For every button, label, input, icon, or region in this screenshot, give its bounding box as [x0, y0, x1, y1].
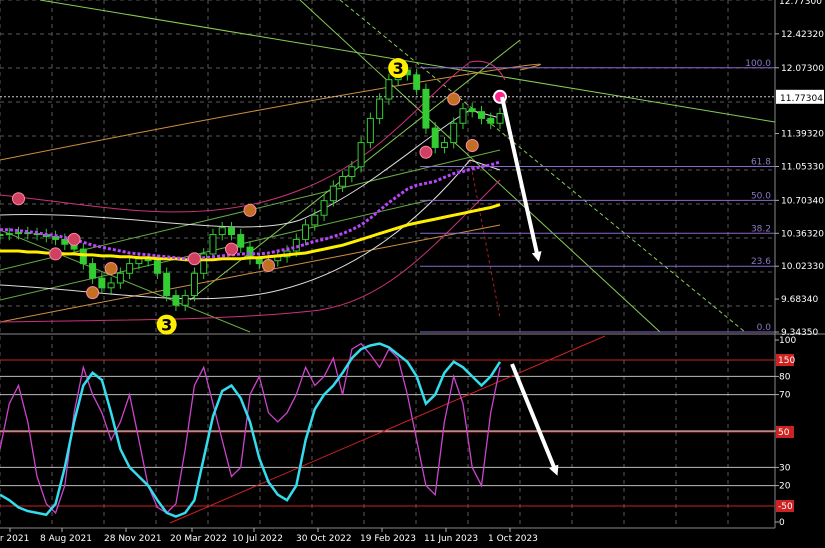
price-tick-label: 12.42320 [781, 30, 824, 40]
oscillator-boxed-label: 50 [778, 428, 790, 438]
candle-body [15, 232, 23, 235]
candle-body [357, 142, 365, 168]
candle-body [302, 224, 310, 240]
candle-body [209, 234, 217, 255]
swing-marker [447, 92, 461, 106]
time-axis: Apr 2021 8 Aug 2021 28 Nov 2021 20 Mar 2022… [0, 528, 538, 544]
fib-label: 23.6 [751, 257, 771, 267]
swing-marker [187, 252, 201, 266]
price-tick-label: 12.07300 [781, 64, 824, 74]
time-tick-label: 28 Nov 2021 [104, 534, 162, 544]
candle-body [385, 79, 393, 100]
candle-body [116, 272, 124, 284]
candle-body [311, 214, 319, 226]
swing-marker [67, 232, 81, 246]
swing-marker [419, 145, 433, 159]
fib-label: 61.8 [751, 157, 771, 167]
candle-body [153, 260, 161, 274]
price-tick-label: 10.36320 [781, 229, 824, 239]
candle-body [450, 122, 458, 144]
candle-body [98, 277, 106, 289]
candle-body [339, 175, 347, 187]
swing-marker [12, 192, 26, 206]
candle-body [172, 295, 180, 306]
swing-marker [243, 203, 257, 217]
candle-body [237, 234, 245, 248]
price-tick-label: 12.77300 [779, 0, 822, 7]
price-axis: 12.77300 12.42320 12.07300 11.39320 11.05330… [775, 0, 824, 338]
candle-body [190, 272, 198, 297]
fib-label: 0.0 [757, 323, 772, 333]
swing-marker [104, 261, 118, 275]
chart-svg: 100.0 61.8 50.0 38.2 23.6 0.0 3 3 12.77300 12.4… [0, 0, 825, 544]
oscillator-boxed-label: 150 [778, 356, 795, 366]
candle-body [422, 88, 430, 129]
swing-marker [465, 139, 479, 153]
candle-body [468, 108, 476, 113]
oscillator-tick-label: 100 [779, 336, 796, 346]
candle-body [218, 227, 226, 236]
candle-body [496, 113, 504, 124]
candle-body [376, 98, 384, 119]
candle-body [107, 282, 115, 289]
price-tick-label: 11.05330 [781, 162, 824, 172]
candle-body [348, 166, 356, 177]
time-tick-label: 1 Oct 2023 [488, 534, 538, 544]
candle-body [181, 295, 189, 306]
current-price-label: 11.77304 [780, 94, 823, 104]
swing-marker [224, 242, 238, 256]
oscillator-axis: 1008070503020015050-50 [775, 336, 796, 528]
wave-label: 3 [393, 59, 404, 78]
swing-marker [86, 286, 100, 300]
candle-body [329, 185, 337, 202]
fib-label: 50.0 [751, 191, 771, 201]
candle-body [135, 258, 143, 265]
candle-body [431, 127, 439, 148]
time-tick-label: 30 Oct 2022 [296, 534, 352, 544]
oscillator-boxed-label: -50 [778, 502, 793, 512]
oscillator-tick-label: 80 [779, 372, 791, 382]
candle-body [227, 227, 235, 236]
time-tick-label: 20 Mar 2022 [170, 534, 227, 544]
candle-body [163, 272, 171, 297]
candle-body [477, 111, 485, 119]
swing-marker [49, 247, 63, 261]
time-tick-label: 11 Jun 2023 [424, 534, 478, 544]
candle-body [0, 234, 4, 237]
price-tick-label: 10.70340 [781, 196, 824, 206]
candle-body [89, 263, 97, 279]
candle-body [366, 117, 374, 144]
oscillator-tick-label: 70 [779, 391, 791, 401]
oscillator-tick-label: 20 [779, 482, 791, 492]
fib-label: 38.2 [751, 224, 771, 234]
candle-body [255, 258, 263, 265]
price-tick-label: 10.02330 [781, 262, 824, 272]
oscillator-tick-label: 30 [779, 463, 791, 473]
price-tick-label: 9.68340 [781, 295, 818, 305]
candle-body [5, 233, 13, 236]
candle-body [320, 200, 328, 216]
candle-body [126, 263, 134, 274]
candle-body [487, 117, 495, 124]
candle-body [413, 74, 421, 90]
wave-label: 3 [161, 316, 172, 335]
time-tick-label: Apr 2021 [0, 534, 29, 544]
candle-body [440, 142, 448, 148]
time-tick-label: 10 Jul 2022 [232, 534, 283, 544]
time-tick-label: 19 Feb 2023 [360, 534, 416, 544]
time-tick-label: 8 Aug 2021 [40, 534, 92, 544]
price-tick-label: 11.39320 [781, 130, 824, 140]
candle-body [61, 238, 69, 245]
swing-marker [262, 259, 276, 273]
candle-body [459, 108, 467, 124]
oscillator-tick-label: 0 [779, 518, 785, 528]
fib-label: 100.0 [745, 59, 771, 69]
